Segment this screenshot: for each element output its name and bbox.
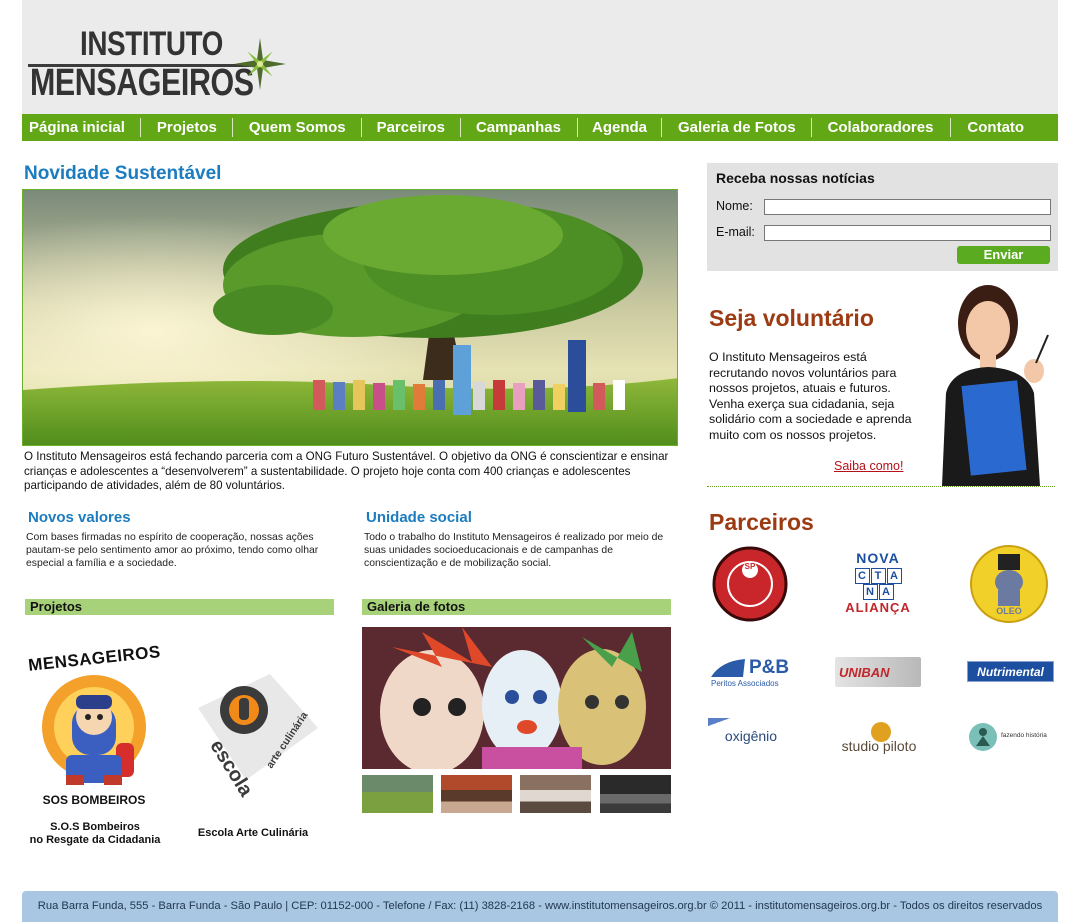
projetos-header: Projetos <box>25 599 334 615</box>
partner-logo-uniban[interactable]: UNIBAN <box>835 657 921 687</box>
newsletter-title: Receba nossas notícias <box>716 170 875 186</box>
galeria-main-photo[interactable] <box>362 627 671 769</box>
partner-logo-studio-piloto[interactable]: studio piloto <box>835 720 923 756</box>
partner-cta-letter: C <box>854 568 870 584</box>
partner-nutrimental-label: Nutrimental <box>977 664 1044 679</box>
volunteer-woman-photo <box>942 285 1049 486</box>
featured-text: O Instituto Mensageiros está fechando pa… <box>24 450 669 492</box>
nav-item-projetos[interactable]: Projetos <box>157 119 217 136</box>
project-logo-sos-bombeiros[interactable]: MENSAGEIROS SOS BOMBEIROS <box>26 642 162 809</box>
galeria-thumb[interactable] <box>441 775 512 813</box>
partner-logo-nova-cta[interactable]: NOVA C T A N A ALIANÇA <box>836 550 920 618</box>
partner-studio-label: studio piloto <box>841 738 917 754</box>
galeria-header: Galeria de fotos <box>362 599 671 615</box>
volunteer-divider <box>707 486 1055 487</box>
nav-separator <box>577 118 578 137</box>
unidade-social-text: Todo o trabalho do Instituto Mensageiros… <box>364 532 664 570</box>
volunteer-woman-image <box>922 283 1058 486</box>
partner-logo-fazendo-historia[interactable]: fazendo história <box>968 722 1052 752</box>
nav-item-galeria-de-fotos[interactable]: Galeria de Fotos <box>678 119 796 136</box>
partner-uniban-label: UNIBAN <box>839 664 890 680</box>
project-logo-subtitle: SOS BOMBEIROS <box>42 793 146 807</box>
nav-item-parceiros[interactable]: Parceiros <box>377 119 445 136</box>
person-circle-icon <box>969 723 997 751</box>
partner-logo-pb[interactable]: P&B Peritos Associados <box>711 657 793 689</box>
partner-oxigenio-label: oxigênio <box>724 728 778 744</box>
partner-pb-label: P&B <box>749 657 790 678</box>
galeria-thumb[interactable] <box>600 775 671 813</box>
nav-separator <box>360 118 362 137</box>
project-caption-line1: S.O.S Bombeiros <box>50 821 140 833</box>
newsletter-form: Receba nossas notícias Nome: E-mail: Env… <box>707 163 1058 271</box>
novos-valores-text: Com bases firmadas no espírito de cooper… <box>26 532 319 570</box>
nav-item-agenda[interactable]: Agenda <box>592 119 647 136</box>
nav-separator <box>139 118 141 137</box>
partner-cta-row2: N A <box>836 584 920 600</box>
name-input[interactable] <box>764 199 1051 215</box>
nav-item-colaboradores[interactable]: Colaboradores <box>828 119 934 136</box>
project-caption-escola[interactable]: Escola Arte Culinária <box>186 827 320 840</box>
galeria-thumb[interactable] <box>362 775 433 813</box>
partner-cta-letter: A <box>878 584 894 600</box>
sp-badge-icon <box>712 546 788 622</box>
partner-logo-sp[interactable]: SP <box>712 546 788 622</box>
volunteer-title: Seja voluntário <box>709 305 874 331</box>
partner-nova-label: NOVA <box>856 550 900 566</box>
partner-logo-oxigenio[interactable]: oxigênio <box>708 718 794 754</box>
nav-item-campanhas[interactable]: Campanhas <box>476 119 561 136</box>
partner-alianca-label: ALIANÇA <box>845 600 911 615</box>
partner-logo-nutrimental[interactable]: Nutrimental <box>967 661 1054 682</box>
featured-title: Novidade Sustentável <box>24 163 222 184</box>
partner-cta-letter: T <box>870 568 886 584</box>
volunteer-text: O Instituto Mensageiros está recrutando … <box>709 350 912 442</box>
site-logo[interactable]: INSTITUTO MENSAGEIROS <box>28 26 288 102</box>
partner-oleo-label: OLEO <box>996 606 1022 616</box>
partners-title: Parceiros <box>709 509 814 535</box>
project-caption-sos[interactable]: S.O.S Bombeiros no Resgate da Cidadania <box>24 821 166 847</box>
partner-fazendo-label: fazendo história <box>1001 732 1047 739</box>
project-caption-line2: no Resgate da Cidadania <box>29 834 161 846</box>
saiba-como-link[interactable]: Saiba como! <box>834 459 903 473</box>
nav-separator <box>950 118 952 137</box>
star-icon <box>234 38 286 90</box>
nav-separator <box>661 118 663 137</box>
logo-line2: MENSAGEIROS <box>30 62 254 104</box>
galeria-thumb[interactable] <box>520 775 591 813</box>
partner-pb-sublabel: Peritos Associados <box>711 679 779 688</box>
submit-button[interactable]: Enviar <box>957 246 1050 264</box>
project-logo-escola[interactable]: escola arte culinária <box>190 668 322 800</box>
email-input[interactable] <box>764 225 1051 241</box>
nav-separator <box>810 118 812 137</box>
painted-faces-photo <box>362 627 671 769</box>
name-label: Nome: <box>716 199 753 213</box>
nav-item-contato[interactable]: Contato <box>967 119 1024 136</box>
tree-photo <box>23 190 677 445</box>
nav-separator <box>459 118 461 137</box>
site-footer: Rua Barra Funda, 555 - Barra Funda - São… <box>22 891 1058 922</box>
logo-line1: INSTITUTO <box>80 25 223 63</box>
email-label: E-mail: <box>716 225 755 239</box>
partner-cta-letter: N <box>862 584 878 600</box>
project-caption-line1: Escola Arte Culinária <box>197 827 309 839</box>
partner-cta-row: C T A <box>836 568 920 584</box>
nav-separator <box>231 118 233 137</box>
partner-logo-oleo[interactable]: OLEO <box>968 544 1050 624</box>
partner-cta-letter: A <box>886 568 902 584</box>
site-header: INSTITUTO MENSAGEIROS <box>22 0 1058 114</box>
novos-valores-title[interactable]: Novos valores <box>28 509 131 526</box>
unidade-social-title[interactable]: Unidade social <box>366 509 472 526</box>
partner-sp-label: SP <box>744 562 756 571</box>
nav-item-quem-somos[interactable]: Quem Somos <box>249 119 346 136</box>
nav-item-pagina-inicial[interactable]: Página inicial <box>29 119 125 136</box>
featured-image[interactable] <box>22 189 678 446</box>
main-nav: Página inicial Projetos Quem Somos Parce… <box>22 114 1058 141</box>
